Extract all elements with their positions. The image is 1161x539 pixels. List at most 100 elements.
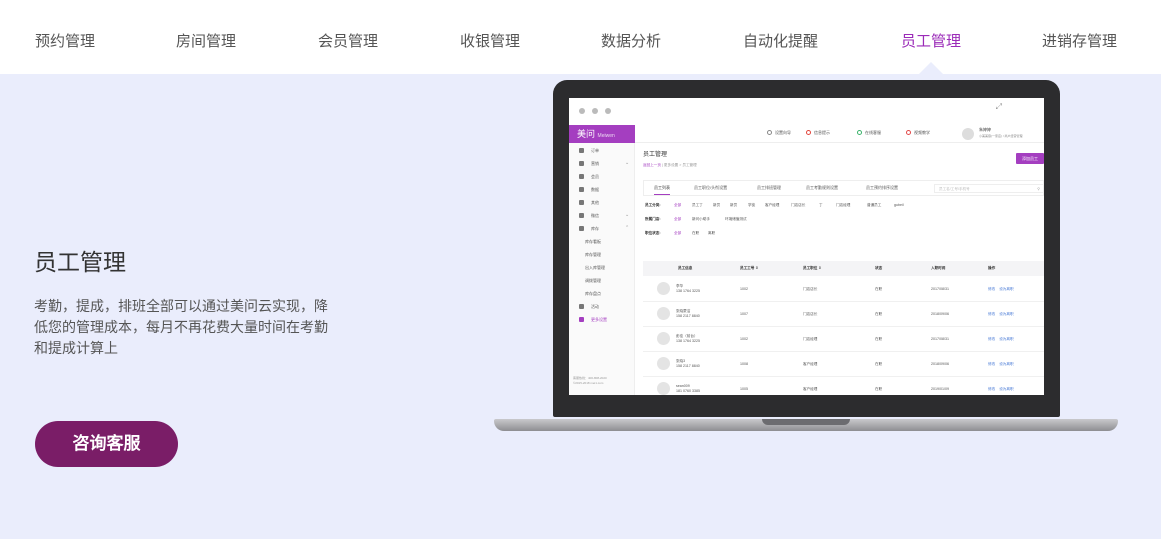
staff-id: 1002 bbox=[740, 337, 748, 341]
sidebar-item[interactable]: 调拨管理 bbox=[569, 275, 635, 286]
filter-option[interactable]: 全部 bbox=[674, 217, 681, 222]
user-avatar[interactable] bbox=[962, 128, 974, 140]
window-dot-icon bbox=[592, 108, 598, 114]
filter-option[interactable]: 门店店长 bbox=[791, 203, 805, 208]
sidebar-item[interactable]: 库存 ⌃ bbox=[569, 223, 635, 234]
staff-position: 门店经理 bbox=[803, 337, 818, 341]
filter-label: 所属门店: bbox=[645, 217, 661, 221]
sidebar-item[interactable]: 库存看板 bbox=[569, 236, 635, 247]
tab-0[interactable]: 员工列表 bbox=[654, 185, 670, 195]
staff-date: 2019/01/09 bbox=[931, 387, 949, 391]
consult-service-button[interactable]: 咨询客服 bbox=[35, 421, 178, 467]
sidebar-item[interactable]: 会员 bbox=[569, 171, 635, 182]
sidebar-item[interactable]: 数据 bbox=[569, 184, 635, 195]
filter-option[interactable]: 在职 bbox=[692, 231, 699, 236]
sidebar-item[interactable]: 活动 bbox=[569, 301, 635, 312]
edit-link[interactable]: 修改 bbox=[988, 287, 995, 291]
table-header-cell: 操作 bbox=[988, 266, 996, 270]
tab-2[interactable]: 员工排班管理 bbox=[757, 185, 781, 191]
nav-tab[interactable]: 房间管理 bbox=[176, 0, 236, 74]
copyright-text: ©2015-2018 mei1.com bbox=[573, 381, 604, 385]
filter-option[interactable]: gubeil bbox=[894, 203, 904, 207]
set-resigned-link[interactable]: 设为离职 bbox=[999, 362, 1013, 366]
user-info[interactable]: 朱婷婷 小美美容(一家店) / 商户经营管理 bbox=[979, 127, 1023, 139]
nav-tab[interactable]: 预约管理 bbox=[35, 0, 95, 74]
set-resigned-link[interactable]: 设为离职 bbox=[999, 387, 1013, 391]
filter-option[interactable]: 环境储值测试 bbox=[725, 217, 747, 222]
filter-option[interactable]: 新员 bbox=[730, 203, 737, 208]
filter-option[interactable]: 学徒 bbox=[748, 203, 755, 208]
filter-option[interactable]: 离职 bbox=[708, 231, 715, 236]
search-icon[interactable]: ⚲ bbox=[1037, 185, 1040, 193]
sidebar-item[interactable]: 库存盘点 bbox=[569, 288, 635, 299]
staff-status: 在职 bbox=[875, 287, 883, 291]
filter-option[interactable]: 新员 bbox=[713, 203, 720, 208]
back-link[interactable]: 返回上一页 bbox=[643, 163, 661, 167]
filter-option[interactable]: 客户经理 bbox=[765, 203, 779, 208]
filter-option[interactable]: 丁 bbox=[819, 203, 823, 208]
nav-tab[interactable]: 自动化提醒 bbox=[743, 0, 818, 74]
header-item-label: 设置向导 bbox=[775, 130, 791, 135]
set-resigned-link[interactable]: 设为离职 bbox=[999, 287, 1013, 291]
staff-status: 在职 bbox=[875, 337, 883, 341]
sidebar-item[interactable]: 其他 bbox=[569, 197, 635, 208]
staff-avatar bbox=[657, 357, 670, 370]
edit-link[interactable]: 修改 bbox=[988, 362, 995, 366]
staff-position: 客户经理 bbox=[803, 362, 818, 366]
table-header-cell: 员工职位 ⇕ bbox=[803, 266, 822, 270]
sidebar: 客服热线：400-808-2020 ©2015-2018 mei1.com 订单… bbox=[569, 143, 635, 395]
nav-tab[interactable]: 收银管理 bbox=[460, 0, 520, 74]
active-tab-indicator bbox=[919, 62, 943, 74]
edit-link[interactable]: 修改 bbox=[988, 337, 995, 341]
set-resigned-link[interactable]: 设为离职 bbox=[999, 337, 1013, 341]
staff-phone: 138 1764 3225 bbox=[676, 289, 700, 293]
sidebar-item[interactable]: 库存管理 bbox=[569, 249, 635, 260]
marketing-icon bbox=[579, 161, 584, 166]
edit-link[interactable]: 修改 bbox=[988, 312, 995, 316]
content-area: 员工管理 返回上一页 | 更多设置 > 员工管理 添加员工 员工名/工号/手机号… bbox=[635, 143, 1044, 395]
sidebar-item[interactable]: 更多设置 bbox=[569, 314, 635, 325]
table-row: 张晓蒙洁 158 2117 8840 1007 门店店长 在职 2018/09/06 修改设… bbox=[643, 302, 1044, 327]
header-item-label: 视频教学 bbox=[914, 130, 930, 135]
staff-info: 张晓3 158 2117 8840 bbox=[676, 359, 700, 369]
filter-option[interactable]: 门店经理 bbox=[836, 203, 850, 208]
filter-option[interactable]: 员工丁 bbox=[692, 203, 703, 208]
chevron-icon: ⌄ bbox=[625, 212, 630, 218]
filter-option[interactable]: 普通员工 bbox=[867, 203, 881, 208]
expand-icon[interactable]: ⤢ bbox=[996, 102, 1002, 112]
other-icon bbox=[579, 200, 584, 205]
staff-id: 1007 bbox=[740, 312, 748, 316]
header-item[interactable]: 设置向导 bbox=[767, 130, 791, 136]
staff-status: 在职 bbox=[875, 362, 883, 366]
window-dot-icon bbox=[579, 108, 585, 114]
laptop-screen: ⤢ 美问 Meiwen 设置向导 信息提示 在线客服 视频教学 朱婷婷 小美美容(一家… bbox=[569, 98, 1044, 395]
staff-date: 2018/09/06 bbox=[931, 312, 949, 316]
filter-option[interactable]: 新问小助手 bbox=[692, 217, 710, 222]
staff-info: 彭佳（前台） 138 1764 3225 bbox=[676, 334, 700, 344]
filter-option[interactable]: 全部 bbox=[674, 203, 681, 208]
header-item[interactable]: 信息提示 bbox=[806, 130, 830, 136]
chat-icon bbox=[857, 130, 862, 136]
table-row: 张晓3 158 2117 8840 1008 客户经理 在职 2018/09/06 修改 设为… bbox=[643, 352, 1044, 377]
table-row: sean009 181 0760 3385 1005 客户经理 在职 2019/01/09… bbox=[643, 377, 1044, 395]
nav-tab[interactable]: 数据分析 bbox=[601, 0, 661, 74]
add-staff-button[interactable]: 添加员工 bbox=[1016, 153, 1044, 164]
nav-tab[interactable]: 会员管理 bbox=[318, 0, 378, 74]
sidebar-footer: 客服热线：400-808-2020 ©2015-2018 mei1.com bbox=[573, 376, 607, 386]
tab-1[interactable]: 员工职位/头衔设置 bbox=[694, 185, 727, 191]
sidebar-item[interactable]: 出入库管理 bbox=[569, 262, 635, 273]
sidebar-item[interactable]: 订单 bbox=[569, 145, 635, 156]
staff-search-input[interactable]: 员工名/工号/手机号 ⚲ bbox=[934, 184, 1044, 193]
nav-tab[interactable]: 进销存管理 bbox=[1042, 0, 1117, 74]
staff-position: 客户经理 bbox=[803, 387, 818, 391]
header-item[interactable]: 视频教学 bbox=[906, 130, 930, 136]
sidebar-item[interactable]: 营销 ⌄ bbox=[569, 158, 635, 169]
set-resigned-link[interactable]: 设为离职 bbox=[999, 312, 1013, 316]
tab-4[interactable]: 员工预约排序设置 bbox=[866, 185, 898, 191]
filter-option[interactable]: 全部 bbox=[674, 231, 681, 236]
tab-3[interactable]: 员工考勤规则设置 bbox=[806, 185, 838, 191]
edit-link[interactable]: 修改 bbox=[988, 387, 995, 391]
filter-label: 员工分类: bbox=[645, 203, 661, 207]
header-item[interactable]: 在线客服 bbox=[857, 130, 881, 136]
sidebar-item[interactable]: 微信 ⌄ bbox=[569, 210, 635, 221]
